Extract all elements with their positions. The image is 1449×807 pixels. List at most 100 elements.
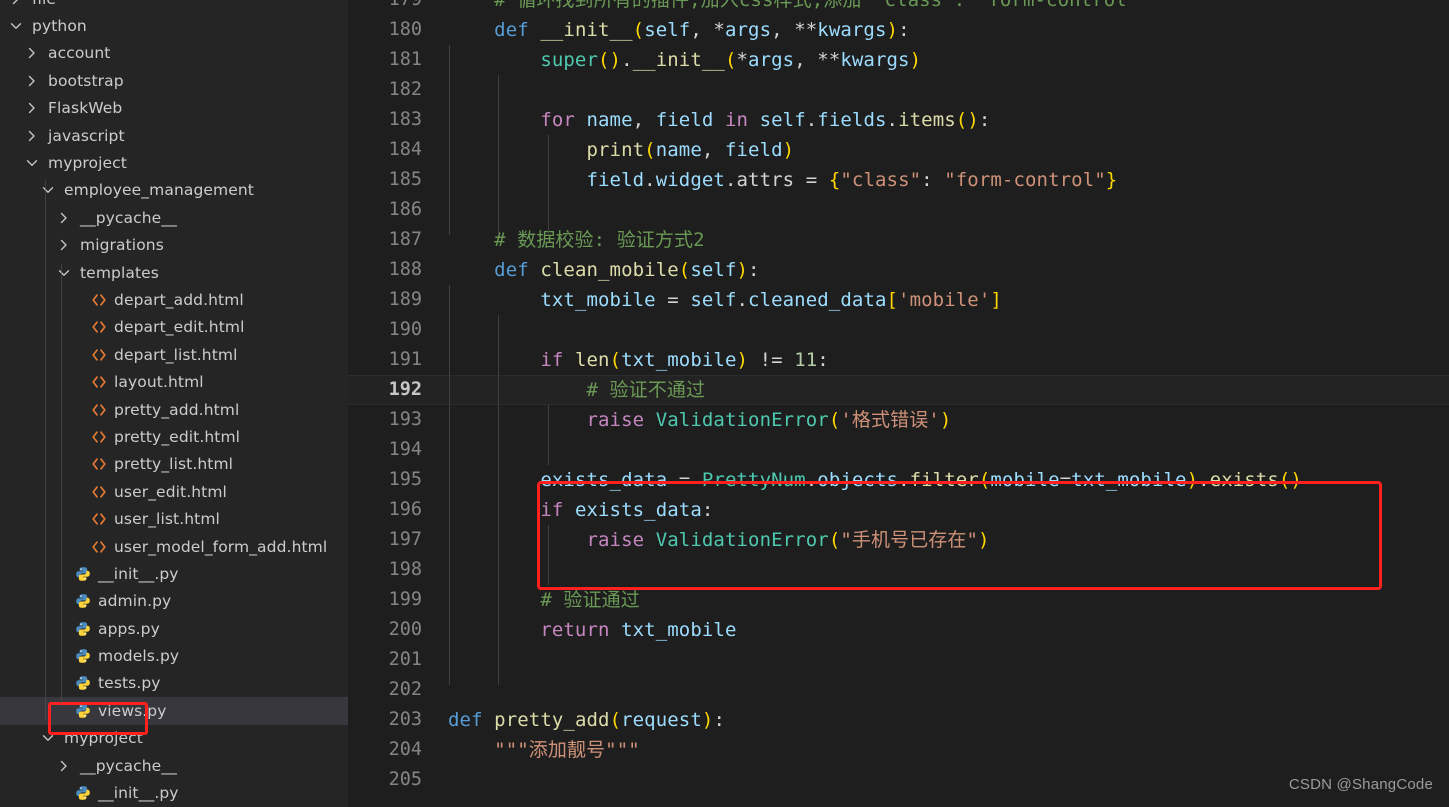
tree-file-models.py[interactable]: models.py [0,642,348,669]
tree-file-__init__.py[interactable]: __init__.py [0,779,348,806]
code-line-188[interactable]: 188 def clean_mobile(self): [348,255,1449,285]
chevron-right-icon[interactable] [24,100,40,116]
code-line-182[interactable]: 182 [348,75,1449,105]
chevron-right-icon[interactable] [24,73,40,89]
code-line-text[interactable]: return txt_mobile [440,615,1449,645]
tree-folder-myproject[interactable]: myproject [0,149,348,176]
code-line-189[interactable]: 189 txt_mobile = self.cleaned_data['mobi… [348,285,1449,315]
tree-file-tests.py[interactable]: tests.py [0,670,348,697]
code-line-183[interactable]: 183 for name, field in self.fields.items… [348,105,1449,135]
code-line-203[interactable]: 203 def pretty_add(request): [348,705,1449,735]
code-line-205[interactable]: 205 [348,765,1449,795]
tree-folder-templates[interactable]: templates [0,259,348,286]
python-file-icon [76,594,90,609]
code-line-186[interactable]: 186 [348,195,1449,225]
tree-folder-python[interactable]: python [0,12,348,39]
code-line-185[interactable]: 185 field.widget.attrs = {"class": "form… [348,165,1449,195]
code-line-text[interactable]: if exists_data: [440,495,1449,525]
tree-file-__init__.py[interactable]: __init__.py [0,560,348,587]
code-line-text[interactable]: # 验证通过 [440,585,1449,615]
tree-folder-bootstrap[interactable]: bootstrap [0,67,348,94]
tree-folder-__pycache__[interactable]: __pycache__ [0,752,348,779]
code-line-204[interactable]: 204 """添加靓号""" [348,735,1449,765]
tree-file-apps.py[interactable]: apps.py [0,615,348,642]
tree-file-pretty_list.html[interactable]: pretty_list.html [0,451,348,478]
code-line-200[interactable]: 200 return txt_mobile [348,615,1449,645]
code-line-190[interactable]: 190 [348,315,1449,345]
chevron-right-icon[interactable] [56,237,72,253]
code-line-184[interactable]: 184 print(name, field) [348,135,1449,165]
code-line-193[interactable]: 193 raise ValidationError('格式错误') [348,405,1449,435]
code-line-text[interactable]: def clean_mobile(self): [440,255,1449,285]
code-line-194[interactable]: 194 [348,435,1449,465]
tree-file-pretty_add.html[interactable]: pretty_add.html [0,396,348,423]
code-line-text[interactable]: for name, field in self.fields.items(): [440,105,1449,135]
code-line-text[interactable]: field.widget.attrs = {"class": "form-con… [440,165,1449,195]
code-editor[interactable]: 179 # 循环找到所有的插件,加入css样式,添加 "class": "for… [348,0,1449,807]
code-line-text[interactable]: """添加靓号""" [440,735,1449,765]
code-line-199[interactable]: 199 # 验证通过 [348,585,1449,615]
code-line-text[interactable]: if len(txt_mobile) != 11: [440,345,1449,375]
chevron-down-icon[interactable] [8,18,24,34]
html-file-icon [92,349,106,361]
code-line-181[interactable]: 181 super().__init__(*args, **kwargs) [348,45,1449,75]
tree-file-depart_add.html[interactable]: depart_add.html [0,286,348,313]
file-tree[interactable]: file python account bootstrap FlaskWeb javasc… [0,0,348,807]
tree-folder-myproject[interactable]: myproject [0,725,348,752]
tree-folder-file[interactable]: file [0,0,348,12]
tree-folder-migrations[interactable]: migrations [0,232,348,259]
chevron-right-icon[interactable] [8,0,24,7]
line-number: 202 [388,679,422,700]
chevron-down-icon[interactable] [40,730,56,746]
tree-file-admin.py[interactable]: admin.py [0,588,348,615]
code-line-179[interactable]: 179 # 循环找到所有的插件,加入css样式,添加 "class": "for… [348,0,1449,15]
chevron-right-icon[interactable] [56,758,72,774]
tree-file-user_list.html[interactable]: user_list.html [0,505,348,532]
code-line-196[interactable]: 196 if exists_data: [348,495,1449,525]
chevron-down-icon[interactable] [56,265,72,281]
code-line-text[interactable]: # 数据校验: 验证方式2 [440,225,1449,255]
tree-item-label: __pycache__ [80,208,178,227]
code-line-180[interactable]: 180 def __init__(self, *args, **kwargs): [348,15,1449,45]
code-line-text[interactable]: print(name, field) [440,135,1449,165]
code-line-195[interactable]: 195 exists_data = PrettyNum.objects.filt… [348,465,1449,495]
code-line-text[interactable]: exists_data = PrettyNum.objects.filter(m… [440,465,1449,495]
code-line-text[interactable]: def pretty_add(request): [440,705,1449,735]
code-line-text[interactable]: raise ValidationError('格式错误') [440,405,1449,435]
tree-file-pretty_edit.html[interactable]: pretty_edit.html [0,423,348,450]
code-line-197[interactable]: 197 raise ValidationError("手机号已存在") [348,525,1449,555]
code-line-201[interactable]: 201 [348,645,1449,675]
chevron-down-icon[interactable] [24,155,40,171]
python-file-icon [74,785,92,801]
code-line-187[interactable]: 187 # 数据校验: 验证方式2 [348,225,1449,255]
tree-file-user_edit.html[interactable]: user_edit.html [0,478,348,505]
code-lines-container[interactable]: 179 # 循环找到所有的插件,加入css样式,添加 "class": "for… [348,0,1449,795]
code-line-text[interactable]: txt_mobile = self.cleaned_data['mobile'] [440,285,1449,315]
tree-folder-employee_management[interactable]: employee_management [0,177,348,204]
code-line-202[interactable]: 202 [348,675,1449,705]
chevron-right-icon[interactable] [24,128,40,144]
code-line-text[interactable]: # 验证不通过 [440,375,1449,405]
file-explorer-sidebar[interactable]: file python account bootstrap FlaskWeb javasc… [0,0,348,807]
code-line-text[interactable]: raise ValidationError("手机号已存在") [440,525,1449,555]
tree-file-layout.html[interactable]: layout.html [0,368,348,395]
code-line-192[interactable]: 192 # 验证不通过 [348,375,1449,405]
chevron-right-icon[interactable] [24,45,40,61]
code-line-text[interactable]: super().__init__(*args, **kwargs) [440,45,1449,75]
tree-file-depart_edit.html[interactable]: depart_edit.html [0,314,348,341]
tree-folder-__pycache__[interactable]: __pycache__ [0,204,348,231]
line-number: 199 [388,589,422,610]
code-line-198[interactable]: 198 [348,555,1449,585]
tree-folder-FlaskWeb[interactable]: FlaskWeb [0,95,348,122]
tree-file-user_model_form_add.html[interactable]: user_model_form_add.html [0,533,348,560]
chevron-right-icon[interactable] [56,210,72,226]
chevron-down-icon[interactable] [40,182,56,198]
code-line-191[interactable]: 191 if len(txt_mobile) != 11: [348,345,1449,375]
tree-folder-account[interactable]: account [0,40,348,67]
tree-file-depart_list.html[interactable]: depart_list.html [0,341,348,368]
code-line-text[interactable]: def __init__(self, *args, **kwargs): [440,15,1449,45]
tree-folder-javascript[interactable]: javascript [0,122,348,149]
tree-file-views.py[interactable]: views.py [0,697,348,725]
code-line-text[interactable]: # 循环找到所有的插件,加入css样式,添加 "class": "form-co… [440,0,1449,15]
